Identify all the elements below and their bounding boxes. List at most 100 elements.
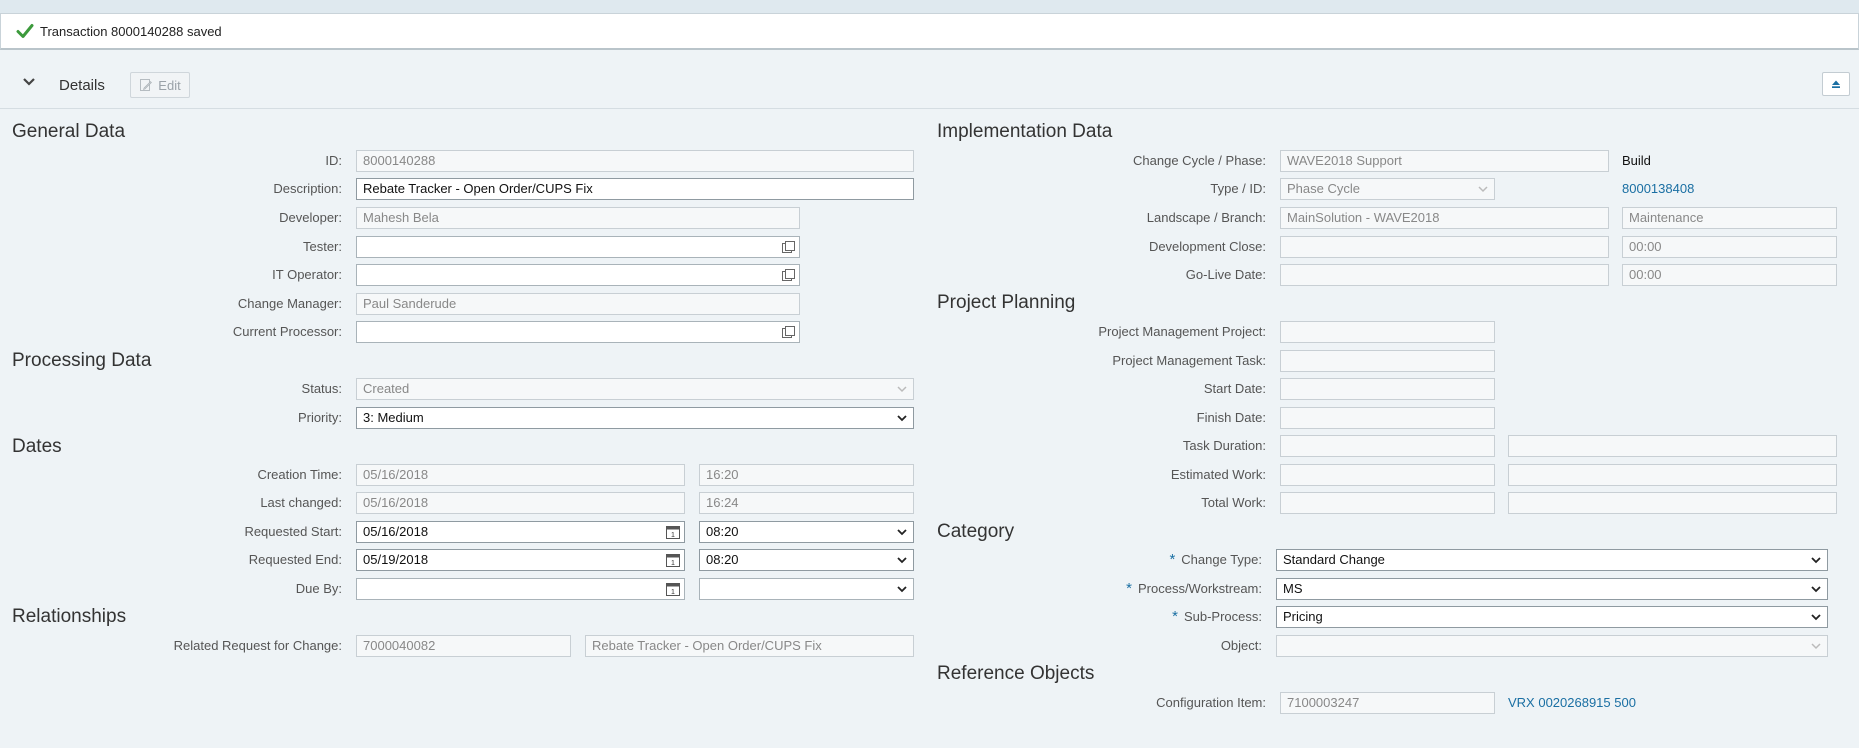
current-processor-label: Current Processor: <box>232 324 342 339</box>
go-live-label: Go-Live Date: <box>1185 267 1266 282</box>
calendar-icon[interactable]: 1 <box>666 525 680 539</box>
due-by-time-select[interactable] <box>699 578 914 600</box>
due-by-label: Due By: <box>295 581 342 596</box>
development-close-label: Development Close: <box>1148 239 1266 254</box>
task-duration-unit-field <box>1508 435 1837 457</box>
requested-end-time-select[interactable]: 08:20 <box>699 549 914 571</box>
description-input[interactable]: Rebate Tracker - Open Order/CUPS Fix <box>356 178 914 200</box>
tester-label: Tester: <box>302 239 342 254</box>
collapse-chevron-icon[interactable] <box>20 75 38 89</box>
requested-end-date-input[interactable]: 05/19/2018 1 <box>356 549 685 571</box>
last-changed-date-field: 05/16/2018 <box>356 492 685 514</box>
category-heading: Category <box>937 521 1015 542</box>
development-close-date-field <box>1280 236 1609 258</box>
last-changed-label: Last changed: <box>260 495 342 510</box>
pm-project-field <box>1280 321 1495 343</box>
current-processor-input[interactable] <box>356 321 800 343</box>
task-duration-label: Task Duration: <box>1182 438 1266 453</box>
chevron-down-icon[interactable] <box>897 414 907 422</box>
phase-value: Build <box>1622 153 1651 168</box>
value-help-icon[interactable] <box>782 326 795 338</box>
message-bar: Transaction 8000140288 saved <box>0 13 1859 50</box>
branch-field: Maintenance <box>1622 207 1837 229</box>
total-work-field <box>1280 492 1495 514</box>
type-select: Phase Cycle <box>1280 178 1495 200</box>
related-rfc-label: Related Request for Change: <box>173 638 342 653</box>
cycle-id-link[interactable]: 8000138408 <box>1622 178 1694 200</box>
edit-button[interactable]: Edit <box>130 72 190 98</box>
process-workstream-select[interactable]: MS <box>1276 578 1828 600</box>
top-strip <box>0 0 1859 14</box>
chevron-down-icon[interactable] <box>897 585 907 593</box>
configuration-item-link[interactable]: VRX 0020268915 500 <box>1508 692 1636 714</box>
start-date-field <box>1280 378 1495 400</box>
edit-label: Edit <box>158 77 181 93</box>
chevron-down-icon[interactable] <box>1811 613 1821 621</box>
object-label: Object: <box>1220 638 1262 653</box>
value-help-icon[interactable] <box>782 269 795 281</box>
tester-input[interactable] <box>356 236 800 258</box>
sub-process-label-text: Sub-Process: <box>1183 609 1262 624</box>
change-type-select[interactable]: Standard Change <box>1276 549 1828 571</box>
last-changed-time-field: 16:24 <box>699 492 914 514</box>
value-help-icon[interactable] <box>782 241 795 253</box>
chevron-down-icon[interactable] <box>1811 585 1821 593</box>
configuration-item-field: 7100003247 <box>1280 692 1495 714</box>
chevron-down-icon[interactable] <box>897 556 907 564</box>
process-workstream-label: * Process/Workstream: <box>960 578 1262 600</box>
pm-project-label: Project Management Project: <box>1098 324 1266 339</box>
change-manager-label: Change Manager: <box>237 296 342 311</box>
svg-text:1: 1 <box>671 589 675 596</box>
start-date-label: Start Date: <box>1203 381 1266 396</box>
status-value: Created <box>363 381 410 396</box>
it-operator-input[interactable] <box>356 264 800 286</box>
change-type-value: Standard Change <box>1283 552 1385 567</box>
total-work-label: Total Work: <box>1201 495 1266 510</box>
requested-start-time-select[interactable]: 08:20 <box>699 521 914 543</box>
requested-start-date-value: 05/16/2018 <box>363 524 429 539</box>
calendar-icon[interactable]: 1 <box>666 582 680 596</box>
chevron-down-icon <box>897 386 907 393</box>
dates-heading: Dates <box>12 436 62 457</box>
status-label: Status: <box>301 381 342 396</box>
svg-text:1: 1 <box>671 560 675 567</box>
go-live-time-field: 00:00 <box>1622 264 1837 286</box>
required-asterisk: * <box>1172 608 1178 625</box>
sub-process-select[interactable]: Pricing <box>1276 606 1828 628</box>
landscape-field: MainSolution - WAVE2018 <box>1280 207 1609 229</box>
project-planning-heading: Project Planning <box>937 292 1076 313</box>
total-work-unit-field <box>1508 492 1837 514</box>
development-close-time-field: 00:00 <box>1622 236 1837 258</box>
finish-date-label: Finish Date: <box>1196 410 1266 425</box>
go-live-date-field <box>1280 264 1609 286</box>
estimated-work-label: Estimated Work: <box>1170 467 1266 482</box>
change-type-label: * Change Type: <box>960 549 1262 571</box>
pencil-icon <box>140 79 153 91</box>
due-by-date-input[interactable]: 1 <box>356 578 685 600</box>
fullscreen-button[interactable] <box>1822 72 1850 96</box>
success-check-icon <box>16 24 34 38</box>
type-value: Phase Cycle <box>1287 181 1360 196</box>
pm-task-label: Project Management Task: <box>1112 353 1266 368</box>
required-asterisk: * <box>1126 580 1132 597</box>
description-label: Description: <box>273 181 342 196</box>
calendar-icon[interactable]: 1 <box>666 553 680 567</box>
reference-objects-heading: Reference Objects <box>937 663 1095 684</box>
estimated-work-unit-field <box>1508 464 1837 486</box>
requested-start-date-input[interactable]: 05/16/2018 1 <box>356 521 685 543</box>
pm-task-field <box>1280 350 1495 372</box>
process-value: MS <box>1283 581 1303 596</box>
configuration-item-label: Configuration Item: <box>1156 695 1266 710</box>
requested-start-time-value: 08:20 <box>706 524 739 539</box>
estimated-work-field <box>1280 464 1495 486</box>
chevron-down-icon[interactable] <box>897 528 907 536</box>
process-label-text: Process/Workstream: <box>1137 581 1262 596</box>
priority-select[interactable]: 3: Medium <box>356 407 914 429</box>
details-toolbar: Details Edit <box>0 62 1859 109</box>
chevron-down-icon[interactable] <box>1811 556 1821 564</box>
it-operator-label: IT Operator: <box>272 267 342 282</box>
landscape-branch-label: Landscape / Branch: <box>1146 210 1266 225</box>
type-id-label: Type / ID: <box>1210 181 1266 196</box>
creation-date-field: 05/16/2018 <box>356 464 685 486</box>
finish-date-field <box>1280 407 1495 429</box>
